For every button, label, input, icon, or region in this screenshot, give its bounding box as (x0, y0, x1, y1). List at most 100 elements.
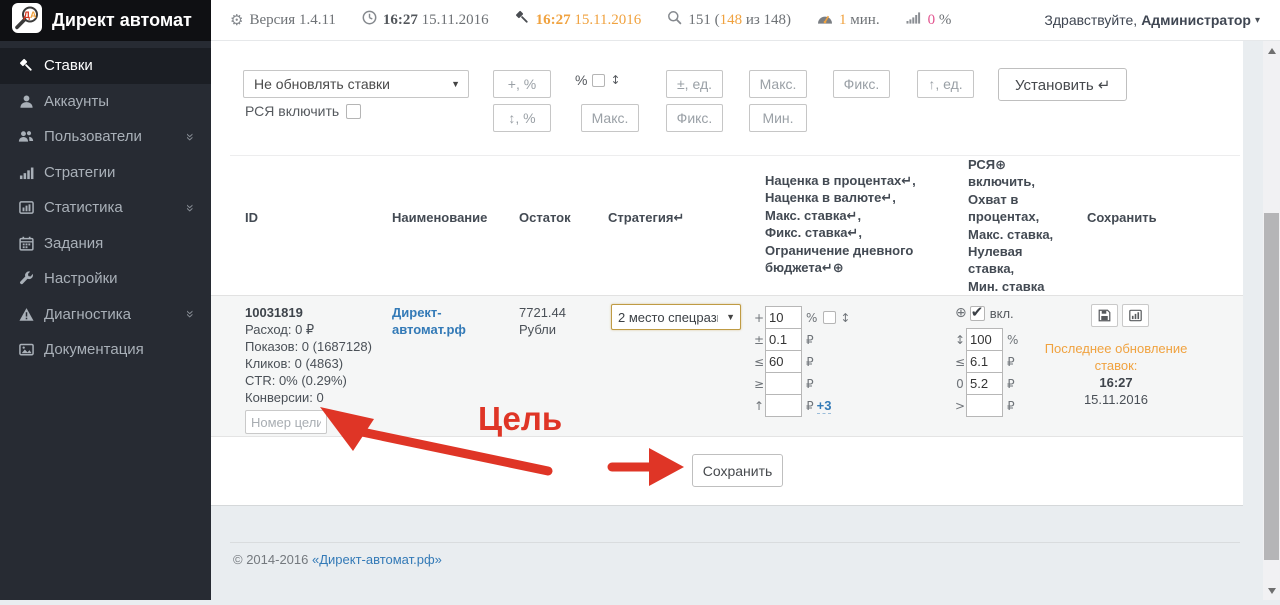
sidebar-item-strategii[interactable]: Стратегии (0, 155, 211, 191)
sidebar: ДА Директ автомат Ставки Аккаунты Пользо… (0, 0, 211, 600)
top-header: ⚙ Версия 1.4.11 16:27 15.11.2016 16:27 1… (211, 0, 1280, 41)
stat-spend: Расход: 0 ₽ (245, 321, 372, 338)
markup-fix-input[interactable] (765, 372, 802, 395)
save-button[interactable]: Сохранить (692, 454, 783, 487)
rsya-min-input[interactable] (966, 394, 1003, 417)
markup-percent-input[interactable] (765, 306, 802, 329)
search-icon (667, 10, 682, 30)
mini-chart-icon (1129, 309, 1142, 322)
row-actions (1091, 304, 1149, 327)
min-input[interactable] (749, 104, 807, 132)
sidebar-item-diagnostika[interactable]: Диагностика » (0, 297, 211, 333)
scrollbar-thumb[interactable] (1264, 213, 1279, 560)
sidebar-nav: Ставки Аккаунты Пользователи » Стратегии (0, 41, 211, 368)
update-mode-select[interactable]: Не обновлять ставки ▼ (243, 70, 469, 98)
up-unit-input[interactable] (917, 70, 974, 98)
stat-clicks: Кликов: 0 (4863) (245, 355, 372, 372)
set-button[interactable]: Установить ↵ (998, 68, 1127, 101)
signal-metric: 0 % (906, 11, 952, 29)
col-header-strategy[interactable]: Стратегия↵ (608, 209, 684, 226)
update-mode-value: Не обновлять ставки (254, 76, 390, 92)
rsya-row-checkbox[interactable] (970, 306, 985, 321)
campaign-link[interactable]: Директ- автомат.рф (392, 305, 466, 337)
vertical-scrollbar[interactable] (1263, 41, 1280, 600)
markup-budget-input[interactable] (765, 394, 802, 417)
rsya-max-input[interactable] (966, 350, 1003, 373)
max-input-1[interactable] (581, 104, 639, 132)
sidebar-item-akkaunty[interactable]: Аккаунты (0, 84, 211, 120)
col-header-rsya: РСЯ⊕ включить, Охват в процентах, Макс. … (968, 156, 1078, 295)
speed-metric: 1 мин. (817, 11, 880, 30)
greeting-text: Здравствуйте, (1044, 12, 1137, 28)
chevron-expand-icon: » (184, 310, 198, 318)
rsya-enable-group: РСЯ включить (245, 103, 361, 119)
fix-input-2[interactable] (833, 70, 890, 98)
row-stats-button[interactable] (1122, 304, 1149, 327)
version-metric: ⚙ Версия 1.4.11 (230, 11, 336, 29)
select-arrow-icon: ▼ (726, 312, 735, 322)
markup-row-currency: ± ₽ (754, 328, 814, 351)
save-row-button[interactable] (1091, 304, 1118, 327)
stat-ctr: CTR: 0% (0.29%) (245, 372, 372, 389)
sidebar-item-polzovateli[interactable]: Пользователи » (0, 119, 211, 155)
section-divider (230, 155, 1240, 156)
markup-row-max: ≤ ₽ (754, 350, 814, 373)
footer-site-link[interactable]: «Директ-автомат.рф» (312, 552, 442, 567)
app-logo-icon: ДА (12, 3, 42, 38)
markup-percent-checkbox[interactable] (823, 311, 836, 324)
sidebar-item-label: Задания (44, 235, 103, 252)
percent-checkbox[interactable] (592, 74, 605, 87)
markup-row-fix: ≥ ₽ (754, 372, 814, 395)
fix-input-1[interactable] (666, 104, 723, 132)
wrench-icon (17, 271, 35, 286)
gavel-icon (515, 10, 530, 30)
svg-text:ДА: ДА (24, 10, 37, 20)
scroll-down-arrow[interactable] (1263, 583, 1280, 598)
rsya-zero-input[interactable] (966, 372, 1003, 395)
rsya-enable-row: ⊕ вкл. (955, 305, 1014, 321)
search-count-pre: 151 ( (688, 12, 719, 28)
more-fields-link[interactable]: +3 (817, 398, 832, 414)
campaign-name-cell: Директ- автомат.рф (392, 304, 466, 338)
last-update-date: 15.11.2016 (1031, 391, 1201, 408)
last-update-label: Последнее обновление ставок: (1031, 340, 1201, 374)
markup-row-budget: ↑ ₽ +3 (754, 394, 831, 417)
range-percent-input[interactable] (493, 104, 551, 132)
sidebar-item-nastroyki[interactable]: Настройки (0, 261, 211, 297)
bid-time-metric: 16:27 15.11.2016 (515, 10, 642, 30)
markup-max-input[interactable] (765, 350, 802, 373)
app-logo[interactable]: ДА Директ автомат (0, 0, 211, 41)
col-header-save: Сохранить (1087, 209, 1157, 226)
users-icon (17, 129, 35, 144)
rsya-row-coverage: ↕ % (955, 328, 1018, 351)
sidebar-item-dokumentaciya[interactable]: Документация (0, 332, 211, 368)
user-menu[interactable]: Здравствуйте, Администратор ▾ (1044, 12, 1260, 28)
copyright-text: © 2014-2016 (233, 552, 312, 567)
sidebar-item-label: Статистика (44, 199, 123, 216)
sidebar-item-statistika[interactable]: Статистика » (0, 190, 211, 226)
search-count-metric: 151 (148 из 148) (667, 10, 791, 30)
plus-circle-icon[interactable]: ⊕ (955, 305, 967, 321)
scroll-up-arrow[interactable] (1263, 43, 1280, 58)
bid-date: 15.11.2016 (574, 12, 641, 28)
campaign-id: 10031819 (245, 304, 372, 321)
col-header-balance: Остаток (519, 209, 571, 226)
sidebar-item-stavki[interactable]: Ставки (0, 48, 211, 84)
image-icon (17, 342, 35, 357)
bid-time: 16:27 (536, 12, 571, 28)
rsya-coverage-input[interactable] (966, 328, 1003, 351)
plus-percent-input[interactable] (493, 70, 551, 98)
plusminus-unit-input[interactable] (666, 70, 723, 98)
sidebar-item-zadaniya[interactable]: Задания (0, 226, 211, 262)
markup-currency-input[interactable] (765, 328, 802, 351)
gear-icon: ⚙ (230, 11, 243, 29)
strategy-select[interactable]: 2 место спецразм ▼ (611, 304, 741, 330)
goal-number-input[interactable] (245, 410, 327, 434)
rsya-row-max: ≤ ₽ (955, 350, 1015, 373)
sidebar-item-label: Настройки (44, 270, 118, 287)
max-input-2[interactable] (749, 70, 807, 98)
signal-bars-icon (906, 11, 922, 29)
clock-date: 15.11.2016 (422, 12, 489, 28)
sidebar-item-label: Аккаунты (44, 93, 109, 110)
rsya-enable-checkbox[interactable] (346, 104, 361, 119)
